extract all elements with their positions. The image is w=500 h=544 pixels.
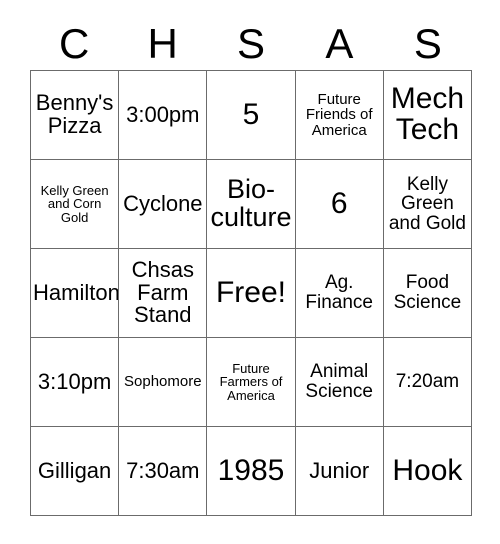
bingo-cell-r4c3[interactable]: Future Farmers of America xyxy=(207,338,296,427)
bingo-cell-label: 7:30am xyxy=(126,457,200,483)
bingo-cell-r5c4[interactable]: Junior xyxy=(295,427,384,516)
bingo-header-letter-1: C xyxy=(59,20,90,67)
bingo-cell-label: 3:00pm xyxy=(126,101,200,127)
bingo-header-letter-3: S xyxy=(237,20,266,67)
bingo-header-letter-2: H xyxy=(147,20,178,67)
bingo-row: Kelly Green and Corn Gold Cyclone Bio-cu… xyxy=(31,160,473,249)
bingo-header-letter-5: S xyxy=(413,20,442,67)
bingo-cell-label: Hook xyxy=(392,453,463,487)
bingo-cell-r3c5[interactable]: Food Science xyxy=(383,249,473,338)
bingo-cell-label: Ag. Finance xyxy=(305,272,374,313)
bingo-cell-r2c5[interactable]: Kelly Green and Gold xyxy=(383,160,473,249)
bingo-cell-label: Junior xyxy=(309,457,370,483)
bingo-cell-r5c1[interactable]: Gilligan xyxy=(31,427,120,516)
bingo-cell-label: Cyclone xyxy=(123,190,203,216)
bingo-cell-label: 1985 xyxy=(217,453,285,487)
bingo-cell-r1c5[interactable]: Mech Tech xyxy=(383,71,473,160)
bingo-row: 3:10pm Sophomore Future Farmers of Ameri… xyxy=(31,338,473,427)
bingo-cell-label: Kelly Green and Corn Gold xyxy=(40,182,109,225)
bingo-cell-r3c2[interactable]: Chsas Farm Stand xyxy=(119,249,208,338)
bingo-cell-r5c5[interactable]: Hook xyxy=(383,427,473,516)
bingo-cell-r3c1[interactable]: Hamilton xyxy=(31,249,120,338)
bingo-cell-r1c3[interactable]: 5 xyxy=(207,71,296,160)
bingo-cell-label: Animal Science xyxy=(305,361,374,402)
bingo-cell-r2c1[interactable]: Kelly Green and Corn Gold xyxy=(31,160,120,249)
bingo-cell-label: Benny's Pizza xyxy=(35,90,114,138)
bingo-cell-label: Gilligan xyxy=(37,457,112,483)
bingo-cell-r4c4[interactable]: Animal Science xyxy=(295,338,384,427)
bingo-cell-label: Sophomore xyxy=(124,373,202,391)
bingo-cell-label: Bio-culture xyxy=(210,174,292,232)
bingo-cell-label: Mech Tech xyxy=(390,82,465,146)
bingo-cell-r4c1[interactable]: 3:10pm xyxy=(31,338,120,427)
bingo-cell-label: Future Friends of America xyxy=(305,90,373,139)
bingo-row: Benny's Pizza 3:00pm 5 Future Friends of… xyxy=(31,71,473,160)
bingo-cell-label: Chsas Farm Stand xyxy=(131,257,194,328)
bingo-row: Hamilton Chsas Farm Stand Free! Ag. Fina… xyxy=(31,249,473,338)
bingo-cell-r5c2[interactable]: 7:30am xyxy=(119,427,208,516)
bingo-cell-label: 7:20am xyxy=(395,371,460,393)
bingo-cell-label: 5 xyxy=(242,97,260,131)
bingo-cell-label: Kelly Green and Gold xyxy=(388,173,466,234)
bingo-cell-free-space[interactable]: Free! xyxy=(207,249,296,338)
bingo-card: C H S A S Benny's Pizza 3:00pm 5 Future … xyxy=(0,0,500,544)
bingo-cell-label: 3:10pm xyxy=(37,368,112,394)
bingo-grid: Benny's Pizza 3:00pm 5 Future Friends of… xyxy=(30,70,473,516)
bingo-cell-label: Future Farmers of America xyxy=(219,360,283,403)
bingo-cell-r1c2[interactable]: 3:00pm xyxy=(119,71,208,160)
bingo-cell-r3c4[interactable]: Ag. Finance xyxy=(295,249,384,338)
bingo-row: Gilligan 7:30am 1985 Junior Hook xyxy=(31,427,473,516)
bingo-cell-r2c2[interactable]: Cyclone xyxy=(119,160,208,249)
bingo-cell-label: Free! xyxy=(215,275,287,309)
bingo-cell-label: Hamilton xyxy=(33,279,120,305)
bingo-cell-r2c4[interactable]: 6 xyxy=(295,160,384,249)
bingo-cell-label: Food Science xyxy=(393,272,462,313)
bingo-cell-r1c4[interactable]: Future Friends of America xyxy=(295,71,384,160)
bingo-header-letter-4: A xyxy=(325,20,354,67)
bingo-header-row: C H S A S xyxy=(30,18,472,70)
bingo-cell-r2c3[interactable]: Bio-culture xyxy=(207,160,296,249)
bingo-cell-r4c2[interactable]: Sophomore xyxy=(119,338,208,427)
bingo-cell-r5c3[interactable]: 1985 xyxy=(207,427,296,516)
bingo-cell-r4c5[interactable]: 7:20am xyxy=(383,338,473,427)
bingo-cell-r1c1[interactable]: Benny's Pizza xyxy=(31,71,120,160)
bingo-cell-label: 6 xyxy=(330,186,348,220)
